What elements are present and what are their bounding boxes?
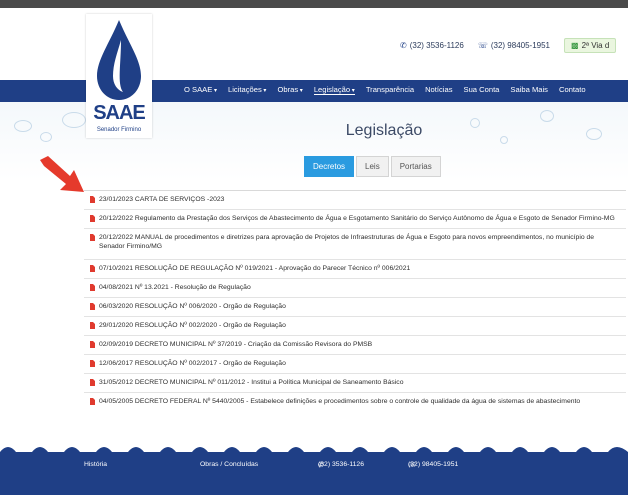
list-item[interactable]: 04/08/2021 Nº 13.2021 - Resolução de Reg… bbox=[84, 278, 626, 297]
document-link[interactable]: 04/08/2021 Nº 13.2021 - Resolução de Reg… bbox=[99, 283, 620, 292]
tab-decretos[interactable]: Decretos bbox=[304, 156, 355, 177]
red-arrow-icon bbox=[40, 156, 84, 192]
nav-item-noticias[interactable]: Notícias bbox=[425, 85, 452, 95]
logo-brand: SAAE bbox=[93, 102, 146, 124]
decorative-bubble bbox=[40, 132, 52, 142]
document-link[interactable]: 02/09/2019 DECRETO MUNICIPAL Nº 37/2019 … bbox=[99, 340, 620, 349]
tab-portarias[interactable]: Portarias bbox=[390, 156, 441, 177]
document-link[interactable]: 06/03/2020 RESOLUÇÃO Nº 006/2020 - Orgão… bbox=[99, 302, 620, 311]
document-link[interactable]: 20/12/2022 MANUAL de procedimentos e dir… bbox=[99, 233, 620, 251]
whatsapp-icon: ☏ bbox=[477, 41, 488, 50]
nav-item-licitacoes[interactable]: Licitações bbox=[228, 85, 266, 95]
list-item[interactable]: 06/03/2020 RESOLUÇÃO Nº 006/2020 - Orgão… bbox=[84, 297, 626, 316]
header-phone[interactable]: ✆ (32) 3536-1126 bbox=[400, 41, 464, 50]
second-copy-label: 2ª Via d bbox=[581, 41, 610, 50]
header-whatsapp-text: (32) 98405-1951 bbox=[490, 41, 550, 50]
nav-item-o-saae[interactable]: O SAAE bbox=[184, 85, 217, 95]
decorative-bubble bbox=[14, 120, 32, 132]
document-icon: ▩ bbox=[571, 41, 579, 50]
logo-subtitle: Senador Firmino bbox=[96, 127, 142, 133]
second-copy-button[interactable]: ▩ 2ª Via d bbox=[564, 38, 617, 53]
decorative-bubble bbox=[540, 110, 554, 122]
pdf-icon bbox=[90, 341, 95, 348]
nav-item-sua-conta[interactable]: Sua Conta bbox=[464, 85, 500, 95]
pdf-icon bbox=[90, 234, 95, 241]
footer-whatsapp-text: (32) 98405-1951 bbox=[408, 461, 459, 468]
list-item[interactable]: 02/09/2019 DECRETO MUNICIPAL Nº 37/2019 … bbox=[84, 335, 626, 354]
footer-link-history[interactable]: História bbox=[84, 461, 107, 468]
document-link[interactable]: 31/05/2012 DECRETO MUNICIPAL Nº 011/2012… bbox=[99, 378, 620, 387]
pdf-icon bbox=[90, 196, 95, 203]
document-link[interactable]: 29/01/2020 RESOLUÇÃO Nº 002/2020 - Orgão… bbox=[99, 321, 620, 330]
pdf-icon bbox=[90, 360, 95, 367]
header-contacts: ✆ (32) 3536-1126 ☏ (32) 98405-1951 ▩ 2ª Via… bbox=[400, 38, 617, 53]
pdf-icon bbox=[90, 284, 95, 291]
list-item[interactable]: 07/10/2021 RESOLUÇÃO DE REGULAÇÃO Nº 019… bbox=[84, 259, 626, 278]
pdf-icon bbox=[90, 215, 95, 222]
document-link[interactable]: 12/06/2017 RESOLUÇÃO Nº 002/2017 - Orgão… bbox=[99, 359, 620, 368]
nav-item-obras[interactable]: Obras bbox=[277, 85, 302, 95]
nav-item-contato[interactable]: Contato bbox=[559, 85, 586, 95]
pdf-icon bbox=[90, 303, 95, 310]
list-item[interactable]: 12/06/2017 RESOLUÇÃO Nº 002/2017 - Orgão… bbox=[84, 354, 626, 373]
list-item[interactable]: 23/01/2023 CARTA DE SERVIÇOS -2023 bbox=[84, 190, 626, 209]
main-nav: O SAAE Licitações Obras Legislação Trans… bbox=[184, 85, 586, 95]
list-item[interactable]: 29/01/2020 RESOLUÇÃO Nº 002/2020 - Orgão… bbox=[84, 316, 626, 335]
document-link[interactable]: 07/10/2021 RESOLUÇÃO DE REGULAÇÃO Nº 019… bbox=[99, 264, 620, 273]
nav-item-saiba-mais[interactable]: Saiba Mais bbox=[510, 85, 548, 95]
list-item[interactable]: 20/12/2022 MANUAL de procedimentos e dir… bbox=[84, 228, 626, 259]
document-link[interactable]: 04/05/2005 DECRETO FEDERAL Nº 5440/2005 … bbox=[99, 397, 620, 406]
pdf-icon bbox=[90, 379, 95, 386]
header-whatsapp[interactable]: ☏ (32) 98405-1951 bbox=[478, 41, 550, 50]
document-list: 23/01/2023 CARTA DE SERVIÇOS -2023 20/12… bbox=[84, 190, 626, 411]
pdf-icon bbox=[90, 322, 95, 329]
nav-item-legislacao[interactable]: Legislação bbox=[313, 85, 355, 95]
phone-icon: ✆ bbox=[400, 41, 407, 50]
list-item[interactable]: 20/12/2022 Regulamento da Prestação dos … bbox=[84, 209, 626, 228]
saae-logo[interactable]: SAAE Senador Firmino bbox=[86, 14, 152, 138]
legislation-tabs: Decretos Leis Portarias bbox=[304, 156, 441, 177]
footer-phone-text: (32) 3536-1126 bbox=[318, 461, 364, 468]
footer bbox=[0, 452, 628, 495]
water-drop-icon bbox=[97, 20, 141, 100]
pdf-icon bbox=[90, 265, 95, 272]
pdf-icon bbox=[90, 398, 95, 405]
list-item[interactable]: 31/05/2012 DECRETO MUNICIPAL Nº 011/2012… bbox=[84, 373, 626, 392]
header-phone-text: (32) 3536-1126 bbox=[409, 41, 464, 50]
footer-link-works[interactable]: Obras / Concluídas bbox=[200, 461, 258, 468]
document-link[interactable]: 23/01/2023 CARTA DE SERVIÇOS -2023 bbox=[99, 195, 620, 204]
document-link[interactable]: 20/12/2022 Regulamento da Prestação dos … bbox=[99, 214, 620, 223]
list-item[interactable]: 04/05/2005 DECRETO FEDERAL Nº 5440/2005 … bbox=[84, 392, 626, 411]
tab-leis[interactable]: Leis bbox=[356, 156, 389, 177]
page-title: Legislação bbox=[345, 122, 423, 139]
browser-top-strip bbox=[0, 0, 628, 8]
nav-item-transparencia[interactable]: Transparência bbox=[366, 85, 414, 95]
